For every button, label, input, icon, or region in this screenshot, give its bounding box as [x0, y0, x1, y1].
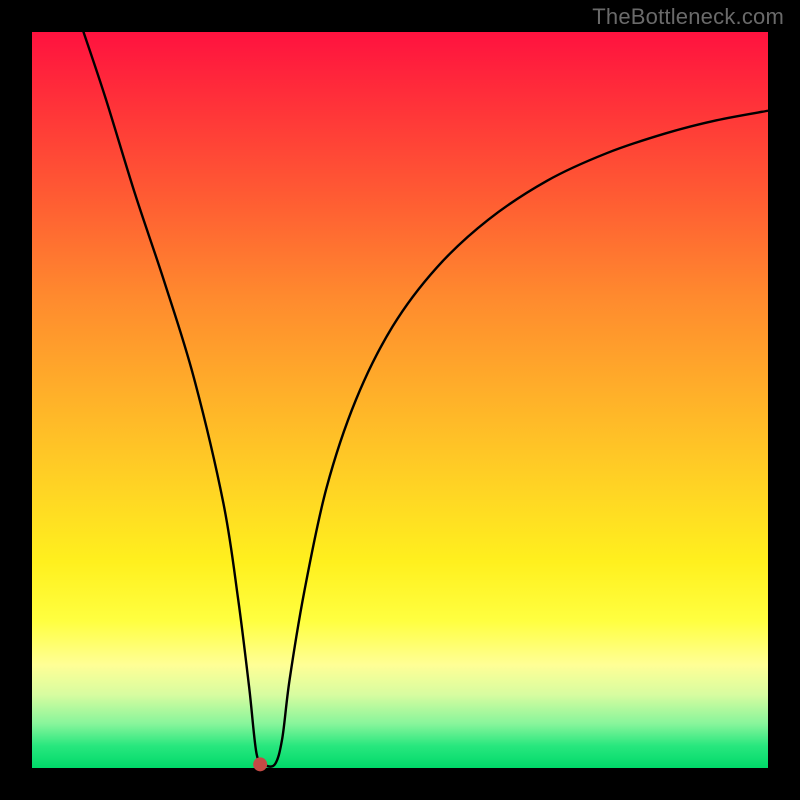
chart-frame: TheBottleneck.com	[0, 0, 800, 800]
plot-area	[32, 32, 768, 768]
watermark-text: TheBottleneck.com	[592, 4, 784, 30]
bottleneck-curve-svg	[32, 32, 768, 768]
marker-dot	[253, 757, 267, 771]
bottleneck-curve	[84, 32, 768, 767]
